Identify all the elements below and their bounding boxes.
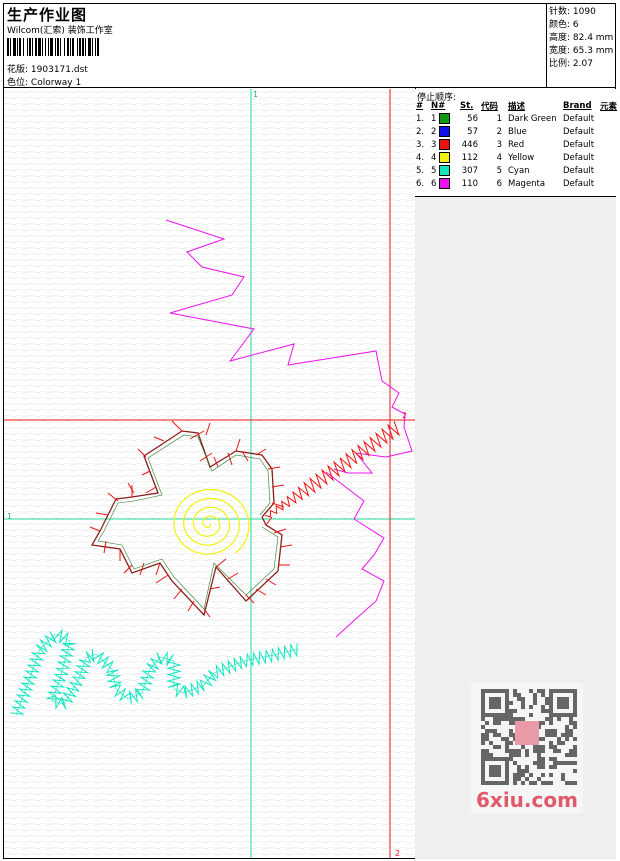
row-stitches: 110	[461, 178, 478, 189]
row-stitches: 446	[461, 139, 478, 150]
sheet-title: 生产作业图	[7, 6, 88, 24]
color-row: 6. 6 110 6 Magenta Default	[416, 177, 620, 190]
production-sheet: 生产作业图 Wilcom(汇索) 装饰工作室 花版: 1903171.dst 色…	[0, 0, 620, 861]
stats-box: 针数: 1090 颜色: 6 高度: 82.4 mm 宽度: 65.3 mm 比…	[549, 6, 613, 71]
col-description: 描述	[508, 102, 526, 112]
color-swatch	[439, 152, 451, 163]
row-index: 2.	[416, 126, 425, 137]
color-swatch	[439, 165, 451, 176]
colorway-row: 色位: Colorway 1	[7, 75, 81, 88]
row-code: 1	[496, 113, 502, 124]
row-code: 2	[496, 126, 502, 137]
design-width: 宽度: 65.3 mm	[549, 46, 614, 56]
row-brand: Default	[563, 113, 595, 124]
color-row: 1. 1 56 1 Dark Green Default	[416, 112, 620, 125]
row-code: 5	[496, 165, 502, 176]
row-description: Yellow	[508, 152, 535, 163]
col-brand: Brand	[563, 101, 592, 111]
row-stitches: 112	[461, 152, 478, 163]
company-name: Wilcom(汇索) 装饰工作室	[7, 26, 113, 36]
guide-label-h-green: 1	[7, 512, 12, 521]
row-description: Magenta	[508, 178, 546, 189]
design-height: 高度: 82.4 mm	[549, 33, 614, 43]
row-description: Cyan	[508, 165, 530, 176]
row-element	[600, 138, 620, 151]
row-stitches: 307	[461, 165, 478, 176]
design-name-row: 花版: 1903171.dst	[7, 62, 88, 75]
row-needle: 3	[431, 138, 460, 151]
color-count: 颜色: 6	[549, 20, 579, 30]
color-row: 4. 4 112 4 Yellow Default	[416, 151, 620, 164]
col-code: 代码	[481, 102, 499, 112]
color-table-header: # N# St. 代码 描述 Brand 元素	[416, 100, 620, 112]
watermark-site: 6xiu.com	[476, 788, 578, 812]
row-brand: Default	[563, 178, 595, 189]
colorway-value: Colorway 1	[30, 78, 82, 88]
row-brand: Default	[563, 139, 595, 150]
row-element	[600, 112, 620, 125]
row-element	[600, 177, 620, 190]
design-ratio: 比例: 2.07	[549, 59, 593, 69]
header-divider	[3, 87, 616, 88]
row-description: Red	[508, 139, 525, 150]
row-code: 3	[496, 139, 502, 150]
row-needle: 2	[431, 125, 460, 138]
row-element	[600, 151, 620, 164]
row-brand: Default	[563, 126, 595, 137]
row-code: 4	[496, 152, 502, 163]
row-brand: Default	[563, 152, 595, 163]
color-row: 2. 2 57 2 Blue Default	[416, 125, 620, 138]
color-row: 5. 5 307 5 Cyan Default	[416, 164, 620, 177]
row-needle: 1	[431, 112, 460, 125]
row-index: 1.	[416, 113, 425, 124]
design-label: 花版:	[7, 65, 29, 75]
row-needle: 4	[431, 151, 460, 164]
guide-label-v-green: 1	[253, 90, 258, 99]
row-element	[600, 164, 620, 177]
color-row: 3. 3 446 3 Red Default	[416, 138, 620, 151]
row-index: 4.	[416, 152, 425, 163]
row-index: 5.	[416, 165, 425, 176]
row-needle: 5	[431, 164, 460, 177]
qr-logo-badge	[515, 721, 539, 745]
row-description: Blue	[508, 126, 527, 137]
color-swatch	[439, 113, 451, 124]
col-needle: N#	[431, 101, 446, 111]
col-element: 元素	[600, 102, 618, 112]
colorway-label: 色位:	[7, 78, 29, 88]
row-brand: Default	[563, 165, 595, 176]
color-table: # N# St. 代码 描述 Brand 元素 1. 1 56 1 Dark Gree…	[416, 100, 620, 190]
row-needle: 6	[431, 177, 460, 190]
row-stitches: 56	[467, 113, 478, 124]
row-index: 6.	[416, 178, 425, 189]
row-element	[600, 125, 620, 138]
stats-divider	[546, 3, 547, 87]
row-code: 6	[496, 178, 502, 189]
row-description: Dark Green	[508, 113, 557, 124]
design-file: 1903171.dst	[30, 65, 88, 75]
row-stitches: 57	[467, 126, 478, 137]
barcode	[7, 38, 99, 56]
stitch-count: 针数: 1090	[549, 7, 596, 17]
row-index: 3.	[416, 139, 425, 150]
color-swatch	[439, 139, 451, 150]
col-index: #	[416, 101, 424, 111]
color-swatch	[439, 126, 451, 137]
design-canvas: 1 1 2 2	[4, 89, 415, 858]
color-swatch	[439, 178, 451, 189]
guide-label-v-red: 2	[395, 849, 400, 858]
col-stitches: St.	[460, 101, 474, 111]
